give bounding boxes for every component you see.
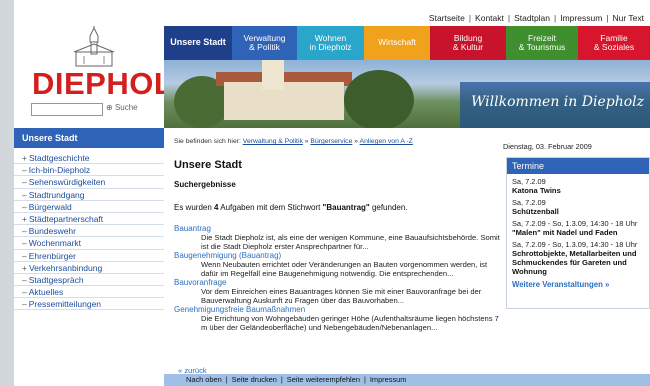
- event-item[interactable]: Sa, 7.2.09 - So, 1.3.09, 14:30 - 18 Uhr …: [507, 237, 649, 276]
- sidebar-item-staedtepartnerschaft[interactable]: + Städtepartnerschaft: [14, 213, 164, 226]
- sidebar-title[interactable]: Unsere Stadt: [14, 128, 164, 148]
- result-text: Die Stadt Diepholz ist, als eine der wen…: [201, 233, 500, 251]
- breadcrumb: Sie befinden sich hier: Verwaltung & Pol…: [174, 138, 413, 145]
- church-icon: [73, 26, 115, 67]
- result-item: Bauantrag Die Stadt Diepholz ist, als ei…: [174, 224, 504, 251]
- sidebar-item-ich-bin-diepholz[interactable]: – Ich-bin-Diepholz: [14, 164, 164, 177]
- event-item[interactable]: Sa, 7.2.09 - So, 1.3.09, 14:30 - 18 Uhr …: [507, 216, 649, 237]
- more-events-link[interactable]: Weitere Veranstaltungen »: [507, 276, 649, 289]
- sidebar-item-aktuelles[interactable]: – Aktuelles: [14, 286, 164, 299]
- search-results-heading: Suchergebnisse: [174, 180, 236, 189]
- main-content: Sie befinden sich hier: Verwaltung & Pol…: [174, 138, 504, 378]
- bottom-bar: Nach oben | Seite drucken | Seite weiterempf…: [164, 374, 650, 386]
- result-item: Baugenehmigung (Bauantrag) Wenn Neubaute…: [174, 251, 504, 278]
- result-text: Die Errichtung von Wohngebäuden geringer…: [201, 314, 499, 332]
- nav-bildung-kultur[interactable]: Bildung & Kultur: [430, 26, 506, 60]
- nav-verwaltung-politik[interactable]: Verwaltung & Politik: [232, 26, 297, 60]
- result-title-bauvoranfrage[interactable]: Bauvoranfrage: [174, 278, 504, 287]
- sidebar-item-stadtgespraech[interactable]: – Stadtgespräch: [14, 274, 164, 287]
- top-links: Startseite | Kontakt | Stadtplan | Impressum | N…: [428, 13, 645, 23]
- nav-wohnen[interactable]: Wohnen in Diepholz: [297, 26, 364, 60]
- sidebar-list: + Stadtgeschichte – Ich-bin-Diepholz – Sehe…: [14, 152, 164, 311]
- nav-unsere-stadt[interactable]: Unsere Stadt: [164, 26, 232, 60]
- logo-area: DIEPHOLZ ⊕ Suche: [14, 26, 192, 128]
- result-title-bauantrag[interactable]: Bauantrag: [174, 224, 504, 233]
- bottom-link-nach-oben[interactable]: Nach oben: [186, 375, 222, 384]
- sidebar-item-bundeswehr[interactable]: – Bundeswehr: [14, 225, 164, 238]
- sidebar-item-pressemitteilungen[interactable]: – Pressemitteilungen: [14, 298, 164, 311]
- sidebar-item-stadtgeschichte[interactable]: + Stadtgeschichte: [14, 152, 164, 165]
- events-title: Termine: [507, 158, 649, 174]
- search-input[interactable]: [31, 103, 103, 116]
- toplink-impressum[interactable]: Impressum: [560, 13, 602, 23]
- sidebar-item-wochenmarkt[interactable]: – Wochenmarkt: [14, 237, 164, 250]
- search-button[interactable]: ⊕ Suche: [106, 103, 138, 112]
- toplink-startseite[interactable]: Startseite: [429, 13, 465, 23]
- toplink-nur-text[interactable]: Nur Text: [613, 13, 645, 23]
- result-title-baugenehmigung[interactable]: Baugenehmigung (Bauantrag): [174, 251, 504, 260]
- result-count: Es wurden 4 Aufgaben mit dem Stichwort "…: [174, 203, 408, 212]
- result-item: Genehmigungsfreie Baumaßnahmen Die Erric…: [174, 305, 504, 332]
- event-item[interactable]: Sa, 7.2.09 Schützenball: [507, 195, 649, 216]
- bottom-link-empfehlen[interactable]: Seite weiterempfehlen: [287, 375, 360, 384]
- bottom-link-impressum[interactable]: Impressum: [370, 375, 407, 384]
- sidebar-item-ehrenbuerger[interactable]: – Ehrenbürger: [14, 250, 164, 262]
- sidebar: Unsere Stadt + Stadtgeschichte – Ich-bin-D…: [14, 128, 164, 386]
- events-box: Termine Sa, 7.2.09 Katona Twins Sa, 7.2.…: [506, 157, 650, 309]
- main-nav: Unsere Stadt Verwaltung & Politik Wohnen…: [164, 26, 650, 60]
- toplink-kontakt[interactable]: Kontakt: [475, 13, 504, 23]
- sidebar-item-stadtrundgang[interactable]: – Stadtrundgang: [14, 189, 164, 201]
- toplink-stadtplan[interactable]: Stadtplan: [514, 13, 550, 23]
- magnifier-icon: ⊕: [106, 103, 113, 112]
- nav-wirtschaft[interactable]: Wirtschaft: [364, 26, 430, 60]
- sidebar-item-sehenswuerdigkeiten[interactable]: – Sehenswürdigkeiten: [14, 176, 164, 189]
- result-item: Bauvoranfrage Vor dem Einreichen eines B…: [174, 278, 504, 305]
- breadcrumb-verwaltung-politik[interactable]: Verwaltung & Politik: [243, 138, 303, 145]
- current-date: Dienstag, 03. Februar 2009: [503, 142, 592, 151]
- nav-freizeit-tourismus[interactable]: Freizeit & Tourismus: [506, 26, 578, 60]
- result-text: Vor dem Einreichen eines Bauantrages kön…: [201, 287, 482, 305]
- banner-image: Willkommen in Diepholz: [164, 60, 650, 128]
- results-list: Bauantrag Die Stadt Diepholz ist, als ei…: [174, 224, 504, 332]
- page-frame: Startseite | Kontakt | Stadtplan | Impressum | N…: [14, 0, 650, 386]
- bottom-link-drucken[interactable]: Seite drucken: [232, 375, 277, 384]
- sidebar-item-verkehrsanbindung[interactable]: + Verkehrsanbindung: [14, 262, 164, 274]
- page-title: Unsere Stadt: [174, 159, 242, 171]
- result-text: Wenn Neubauten errichtet oder Veränderun…: [201, 260, 488, 278]
- breadcrumb-anliegen[interactable]: Anliegen von A -Z: [360, 138, 413, 145]
- result-title-genehmigungsfrei[interactable]: Genehmigungsfreie Baumaßnahmen: [174, 305, 504, 314]
- nav-familie-soziales[interactable]: Familie & Soziales: [578, 26, 650, 60]
- breadcrumb-buergerservice[interactable]: Bürgerservice: [310, 138, 352, 145]
- welcome-text: Willkommen in Diepholz: [471, 94, 644, 110]
- event-item[interactable]: Sa, 7.2.09 Katona Twins: [507, 174, 649, 195]
- sidebar-item-buergerwald[interactable]: – Bürgerwald: [14, 201, 164, 213]
